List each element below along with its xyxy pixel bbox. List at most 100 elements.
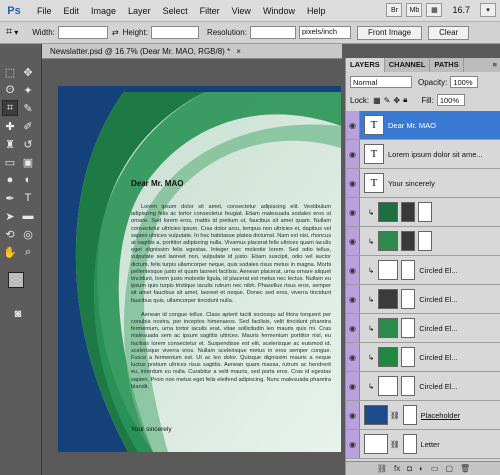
visibility-eye-icon[interactable]: ◉ bbox=[346, 198, 360, 226]
pen-tool-icon[interactable]: ✒ bbox=[2, 190, 18, 206]
eraser-icon[interactable]: ▭ bbox=[2, 154, 18, 170]
add-mask-icon[interactable]: ◘ bbox=[407, 464, 412, 473]
bridge-icon[interactable]: Br bbox=[386, 3, 403, 17]
resolution-input[interactable] bbox=[249, 26, 296, 39]
tab-channels[interactable]: CHANNEL bbox=[385, 58, 431, 72]
type-tool-icon[interactable]: T bbox=[20, 190, 36, 206]
layer-row[interactable]: ◉ ↳ Circled El... bbox=[346, 372, 500, 401]
move-tool-icon[interactable]: ✥ bbox=[20, 64, 36, 80]
document-canvas[interactable]: Dear Mr. MAO Lorem ipsum dolor sit amet,… bbox=[58, 86, 341, 452]
layer-row[interactable]: ◉ ↳ Circled El... bbox=[346, 343, 500, 372]
visibility-eye-icon[interactable]: ◉ bbox=[346, 169, 360, 197]
eyedropper-icon[interactable]: ✎ bbox=[20, 100, 36, 116]
layer-row[interactable]: ◉ ↳ Circled El... bbox=[346, 285, 500, 314]
link-icon[interactable]: ⛓ bbox=[390, 411, 400, 420]
layer-mask-thumbnail[interactable] bbox=[401, 231, 416, 251]
layer-row[interactable]: ◉ T Lorem ipsum dolor sit ame... bbox=[346, 140, 500, 169]
vector-mask-thumbnail[interactable] bbox=[401, 289, 416, 309]
zoom-tool-icon[interactable]: ⌕ bbox=[20, 244, 36, 260]
visibility-eye-icon[interactable]: ◉ bbox=[346, 314, 360, 342]
visibility-eye-icon[interactable]: ◉ bbox=[346, 343, 360, 371]
marquee-tool-icon[interactable]: ⬚ bbox=[2, 64, 18, 80]
height-input[interactable] bbox=[150, 26, 199, 39]
history-brush-icon[interactable]: ↺ bbox=[20, 136, 36, 152]
menu-edit[interactable]: Edit bbox=[64, 6, 80, 16]
vector-mask-thumbnail[interactable] bbox=[401, 318, 416, 338]
layer-row[interactable]: ◉ ↳ Circled El... bbox=[346, 256, 500, 285]
swap-icon[interactable]: ⇄ bbox=[112, 28, 119, 37]
document-tab[interactable]: Newslatter.psd @ 16.7% (Dear Mr. MAO, RG… bbox=[42, 44, 342, 59]
front-image-button[interactable]: Front Image bbox=[356, 25, 423, 40]
hand-tool-icon[interactable]: ✋ bbox=[2, 244, 18, 260]
layer-row[interactable]: ◉ T Your sincerely bbox=[346, 169, 500, 198]
foreground-color-swatch[interactable] bbox=[8, 272, 24, 288]
minibridge-icon[interactable]: Mb bbox=[406, 3, 423, 17]
visibility-eye-icon[interactable]: ◉ bbox=[346, 227, 360, 255]
layer-row[interactable]: ◉ ↳ bbox=[346, 198, 500, 227]
vector-mask-thumbnail[interactable] bbox=[418, 202, 433, 222]
vector-mask-thumbnail[interactable] bbox=[401, 376, 416, 396]
layer-row[interactable]: ◉ T Dear Mr. MAO bbox=[346, 111, 500, 140]
gradient-tool-icon[interactable]: ▣ bbox=[20, 154, 36, 170]
opacity-input[interactable]: 100% bbox=[450, 76, 479, 88]
tab-paths[interactable]: PATHS bbox=[430, 58, 464, 72]
lasso-tool-icon[interactable]: ʘ bbox=[2, 82, 18, 98]
vector-mask-thumbnail[interactable] bbox=[418, 231, 433, 251]
visibility-eye-icon[interactable]: ◉ bbox=[346, 401, 360, 429]
width-input[interactable] bbox=[57, 26, 108, 39]
layer-row[interactable]: ◉ ↳ Circled El... bbox=[346, 314, 500, 343]
lock-image-icon[interactable]: ✎ bbox=[384, 96, 391, 105]
units-select[interactable]: pixels/inch bbox=[298, 26, 351, 39]
blend-mode-select[interactable]: Normal bbox=[350, 76, 412, 88]
adjustment-layer-icon[interactable]: ◐ bbox=[419, 464, 424, 473]
panel-menu-icon[interactable]: ≡ bbox=[489, 58, 500, 72]
path-selection-icon[interactable]: ➤ bbox=[2, 208, 18, 224]
tab-layers[interactable]: LAYERS bbox=[346, 58, 385, 72]
3d-orbit-icon[interactable]: ◎ bbox=[20, 226, 36, 242]
healing-brush-icon[interactable]: ✚ bbox=[2, 118, 18, 134]
visibility-eye-icon[interactable]: ◉ bbox=[346, 372, 360, 400]
new-group-icon[interactable]: ▭ bbox=[431, 464, 439, 473]
fx-icon[interactable]: fx bbox=[394, 464, 400, 473]
layer-row[interactable]: ◉ ⛓ Letter bbox=[346, 430, 500, 459]
brush-tool-icon[interactable]: ✐ bbox=[20, 118, 36, 134]
lock-all-icon[interactable]: 🔒︎ bbox=[403, 95, 407, 105]
fill-input[interactable]: 100% bbox=[436, 94, 465, 106]
visibility-eye-icon[interactable]: ◉ bbox=[346, 285, 360, 313]
link-icon[interactable]: ⛓ bbox=[390, 440, 400, 449]
layer-row[interactable]: ◉ ⛓ Placeholder bbox=[346, 401, 500, 430]
dodge-tool-icon[interactable]: ◐ bbox=[20, 172, 36, 188]
close-tab-icon[interactable]: × bbox=[236, 47, 241, 56]
tool-preset-chevron-icon[interactable]: ▾ bbox=[14, 28, 18, 37]
menu-filter[interactable]: Filter bbox=[200, 6, 220, 16]
shape-tool-icon[interactable]: ▬ bbox=[20, 208, 36, 224]
menu-layer[interactable]: Layer bbox=[128, 6, 151, 16]
menu-window[interactable]: Window bbox=[263, 6, 295, 16]
crop-tool-icon[interactable]: ⌗ bbox=[2, 100, 18, 116]
new-layer-icon[interactable]: ▢ bbox=[445, 464, 453, 473]
quick-mask-icon[interactable]: ◙ bbox=[10, 306, 26, 322]
visibility-eye-icon[interactable]: ◉ bbox=[346, 140, 360, 168]
layer-row[interactable]: ◉ ↳ bbox=[346, 227, 500, 256]
zoom-level[interactable]: 16.7 bbox=[452, 5, 470, 15]
arrange-icon[interactable]: ▦ bbox=[426, 3, 443, 17]
visibility-eye-icon[interactable]: ◉ bbox=[346, 111, 360, 139]
magic-wand-icon[interactable]: ✦ bbox=[20, 82, 36, 98]
layer-mask-thumbnail[interactable] bbox=[402, 405, 417, 425]
visibility-eye-icon[interactable]: ◉ bbox=[346, 430, 360, 458]
visibility-eye-icon[interactable]: ◉ bbox=[346, 256, 360, 284]
vector-mask-thumbnail[interactable] bbox=[401, 347, 416, 367]
clone-stamp-icon[interactable]: ♜ bbox=[2, 136, 18, 152]
menu-image[interactable]: Image bbox=[91, 6, 116, 16]
vector-mask-thumbnail[interactable] bbox=[401, 260, 416, 280]
layer-mask-thumbnail[interactable] bbox=[402, 434, 417, 454]
link-layers-icon[interactable]: ⛓ bbox=[377, 464, 387, 473]
blur-tool-icon[interactable]: ● bbox=[2, 172, 18, 188]
menu-view[interactable]: View bbox=[232, 6, 251, 16]
menu-help[interactable]: Help bbox=[307, 6, 326, 16]
menu-file[interactable]: File bbox=[37, 6, 52, 16]
clear-button[interactable]: Clear bbox=[428, 25, 470, 40]
workspace-icon[interactable]: ▾ bbox=[480, 3, 496, 17]
menu-select[interactable]: Select bbox=[163, 6, 188, 16]
lock-transparent-icon[interactable]: ▦ bbox=[373, 96, 381, 105]
